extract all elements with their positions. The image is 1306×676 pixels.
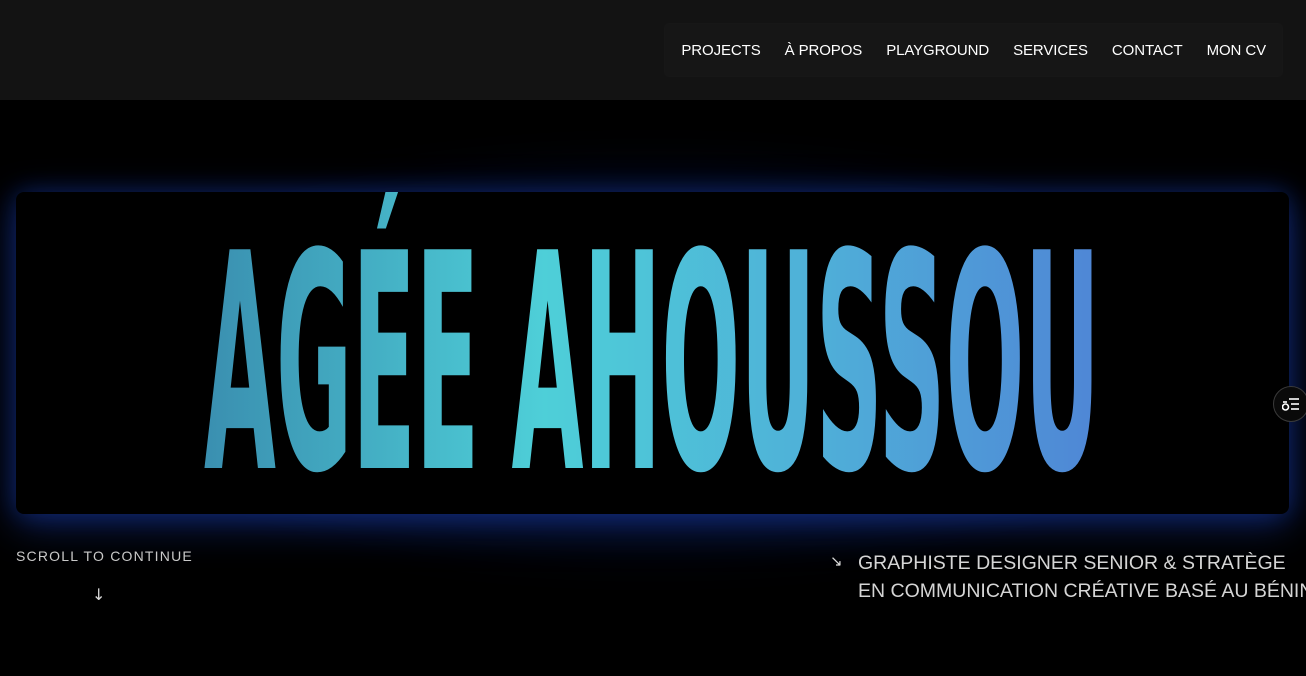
settings-sliders-icon	[1282, 398, 1299, 411]
tagline-line-1: GRAPHISTE DESIGNER SENIOR & STRATÈGE	[858, 552, 1286, 574]
settings-toggle-button[interactable]	[1273, 386, 1306, 422]
site-header: PROJECTS À PROPOS PLAYGROUND SERVICES CO…	[0, 0, 1306, 100]
nav-link-mon-cv[interactable]: MON CV	[1207, 42, 1267, 59]
nav-link-playground[interactable]: PLAYGROUND	[886, 42, 989, 59]
nav-link-projects[interactable]: PROJECTS	[681, 42, 760, 59]
scroll-to-continue-label: SCROLL TO CONTINUE	[16, 548, 193, 564]
page: PROJECTS À PROPOS PLAYGROUND SERVICES CO…	[0, 0, 1306, 676]
arrow-down-icon[interactable]: ↓	[92, 585, 105, 604]
nav-link-services[interactable]: SERVICES	[1013, 42, 1088, 59]
hero-card: AGÉE AHOUSSOU	[16, 192, 1289, 514]
arrow-down-right-icon: ↘	[830, 552, 843, 570]
main-nav: PROJECTS À PROPOS PLAYGROUND SERVICES CO…	[665, 24, 1282, 76]
nav-link-a-propos[interactable]: À PROPOS	[785, 42, 863, 59]
tagline-line-2: EN COMMUNICATION CRÉATIVE BASÉ AU BÉNIN	[858, 580, 1306, 602]
hero-title-graphic: AGÉE AHOUSSOU	[204, 192, 1100, 514]
hero-title: AGÉE AHOUSSOU	[204, 192, 1100, 514]
tagline: GRAPHISTE DESIGNER SENIOR & STRATÈGE EN …	[858, 549, 1306, 605]
nav-link-contact[interactable]: CONTACT	[1112, 42, 1183, 59]
